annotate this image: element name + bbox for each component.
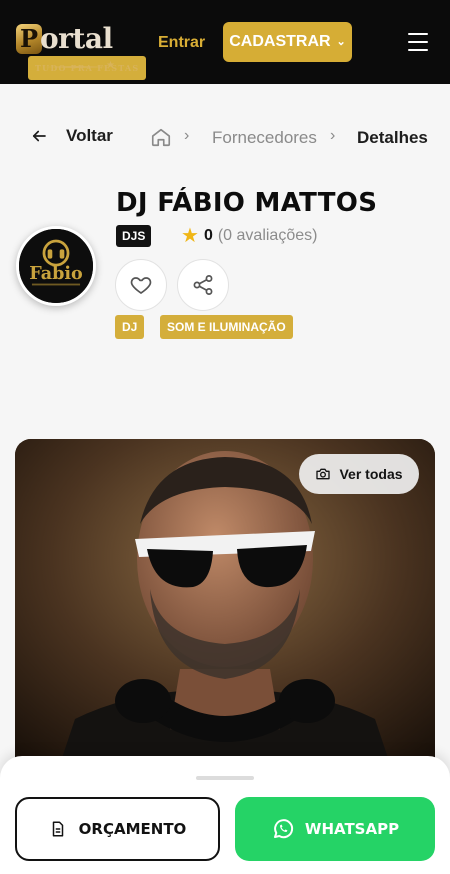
back-label: Voltar <box>66 126 113 145</box>
sheet-drag-handle[interactable] <box>196 776 254 780</box>
whatsapp-label: WHATSAPP <box>304 820 400 838</box>
hamburger-icon[interactable] <box>408 33 428 51</box>
tag-dj[interactable]: DJ <box>115 315 145 339</box>
avatar-logo: Fabio <box>19 229 93 303</box>
breadcrumb-item-detalhes: Detalhes <box>357 128 428 147</box>
camera-icon <box>316 468 331 480</box>
whatsapp-button[interactable]: WHATSAPP <box>235 797 435 861</box>
avatar-text: Fabio <box>29 264 83 284</box>
logo-tagline: TUDO PRA FESTAS <box>28 56 147 80</box>
signup-button-label: CADASTRAR <box>229 33 331 50</box>
chevron-right-icon: › <box>330 127 336 144</box>
rating: ★ 0 (0 avaliações) <box>181 225 318 247</box>
portal-logo[interactable]: P ortal TUDO PRA FESTAS ★ <box>14 22 147 80</box>
rating-score: 0 <box>203 227 213 244</box>
avatar: Fabio <box>16 226 96 306</box>
logo-word: ortal <box>40 22 113 55</box>
home-icon[interactable] <box>150 126 172 148</box>
whatsapp-icon <box>273 819 293 839</box>
view-all-label: Ver todas <box>339 466 403 482</box>
bottom-action-sheet: ORÇAMENTO WHATSAPP <box>0 756 450 874</box>
share-icon <box>193 275 213 295</box>
rating-count: (0 avaliações) <box>217 227 318 244</box>
signup-button[interactable]: CADASTRAR ⌄ <box>223 22 352 62</box>
breadcrumb-item-fornecedores[interactable]: Fornecedores <box>212 128 317 148</box>
tag-som-iluminacao[interactable]: SOM E ILUMINAÇÃO <box>160 315 293 339</box>
category-badge: DJS <box>116 225 152 247</box>
arrow-left-icon <box>32 130 46 142</box>
logo-swoosh <box>44 66 108 68</box>
top-navbar: P ortal TUDO PRA FESTAS ★ Entrar CADASTR… <box>0 0 450 84</box>
favorite-button[interactable] <box>115 259 167 311</box>
logo-p-badge: P <box>16 24 42 54</box>
page-title: DJ FÁBIO MATTOS <box>116 188 378 218</box>
view-all-photos-button[interactable]: Ver todas <box>299 454 419 494</box>
document-icon <box>52 821 63 837</box>
heart-icon <box>130 277 152 294</box>
login-button[interactable]: Entrar <box>158 34 205 52</box>
chevron-right-icon: › <box>184 127 190 144</box>
quote-button[interactable]: ORÇAMENTO <box>15 797 220 861</box>
chevron-down-icon: ⌄ <box>336 35 346 48</box>
breadcrumb: Voltar › Fornecedores › Detalhes <box>0 120 450 154</box>
back-button[interactable]: Voltar <box>30 126 113 146</box>
star-icon: ★ <box>181 225 199 247</box>
quote-label: ORÇAMENTO <box>78 820 187 838</box>
share-button[interactable] <box>177 259 229 311</box>
